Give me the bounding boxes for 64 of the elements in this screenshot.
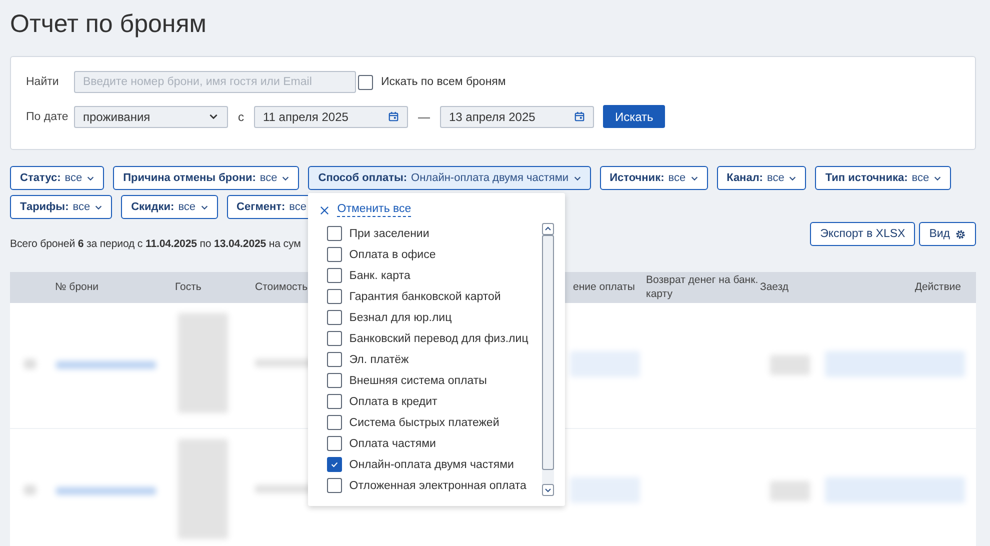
option-label: Система быстрых платежей [349,416,500,428]
column-header: Гость [175,280,202,294]
checkbox[interactable] [327,373,342,388]
column-header: Заезд [760,280,790,294]
checkbox[interactable] [327,289,342,304]
range-dash: — [418,110,430,124]
option-label: Онлайн-оплата двумя частями [349,458,514,470]
column-header: № брони [55,280,100,294]
check-icon [330,460,340,469]
option-label: Отложенная электронная оплата [349,480,526,492]
calendar-icon [574,111,585,122]
scroll-up-icon[interactable] [542,223,554,235]
option-label: При заселении [349,228,430,240]
checkbox[interactable] [327,268,342,283]
date-field[interactable]: 11 апреля 2025 [254,106,408,128]
checkbox[interactable] [327,310,342,325]
checkbox[interactable] [327,415,342,430]
date-type-select[interactable]: проживания [74,106,228,128]
filter-dropdown[interactable]: Канал: все [716,166,806,190]
checkbox-label: Искать по всем броням [381,76,506,88]
export-button[interactable]: Экспорт в XLSX [810,222,916,246]
filter-dropdown[interactable]: Тарифы: все [10,195,112,219]
from-label: с [238,110,244,124]
option-label: Банковский перевод для физ.лиц [349,332,528,344]
checkbox[interactable] [358,74,373,90]
checkbox[interactable] [327,331,342,346]
checkbox[interactable] [327,226,342,241]
search-button[interactable]: Искать [603,105,666,128]
summary-text: Всего броней 6 за период с 11.04.2025 по 13.04.2025 на сум [10,238,301,250]
option-label: Гарантия банковской картой [349,290,501,302]
filter-dropdown[interactable]: Скидки: все [121,195,218,219]
field-label: Найти [26,76,60,88]
option-label: Оплата в офисе [349,248,436,260]
filter-dropdown[interactable]: Способ оплаты: Онлайн-оплата двумя частями [308,166,591,190]
option-label: Банк. карта [349,270,410,282]
date-field[interactable]: 13 апреля 2025 [440,106,594,128]
scroll-down-icon[interactable] [542,484,554,496]
view-button[interactable]: Вид [919,222,976,246]
checkbox[interactable] [327,478,342,493]
field-label: По дате [26,110,70,122]
calendar-icon [388,111,399,122]
filter-dropdown[interactable]: Тип источника: все [815,166,952,190]
column-header: Действие [914,280,961,293]
column-header: Стоимость [255,280,309,294]
checkbox[interactable] [327,394,342,409]
settings-icon [955,228,966,240]
option-label: Оплата частями [349,438,436,450]
option-label: Эл. платёж [349,354,409,366]
filter-dropdown[interactable]: Статус: все [10,166,104,190]
option-label: Внешняя система оплаты [349,374,487,386]
filter-dropdown[interactable]: Источник: все [600,166,708,190]
checkbox[interactable] [327,352,342,367]
page-title: Отчет по броням [9,9,208,40]
checkbox[interactable] [327,436,342,451]
checkbox[interactable] [327,247,342,262]
checkbox[interactable] [327,457,342,472]
option-label: Безнал для юр.лиц [349,312,452,324]
option-label: Оплата в кредит [349,396,438,408]
column-header: ение оплаты [573,280,636,294]
clear-all-link[interactable]: Отменить все [337,203,412,217]
column-header: Возврат денег на банк. карту [646,274,760,301]
search-field[interactable]: Введите номер брони, имя гостя или Email [74,71,356,93]
filter-dropdown[interactable]: Причина отмены брони: все [113,166,300,190]
close-icon [320,206,330,214]
